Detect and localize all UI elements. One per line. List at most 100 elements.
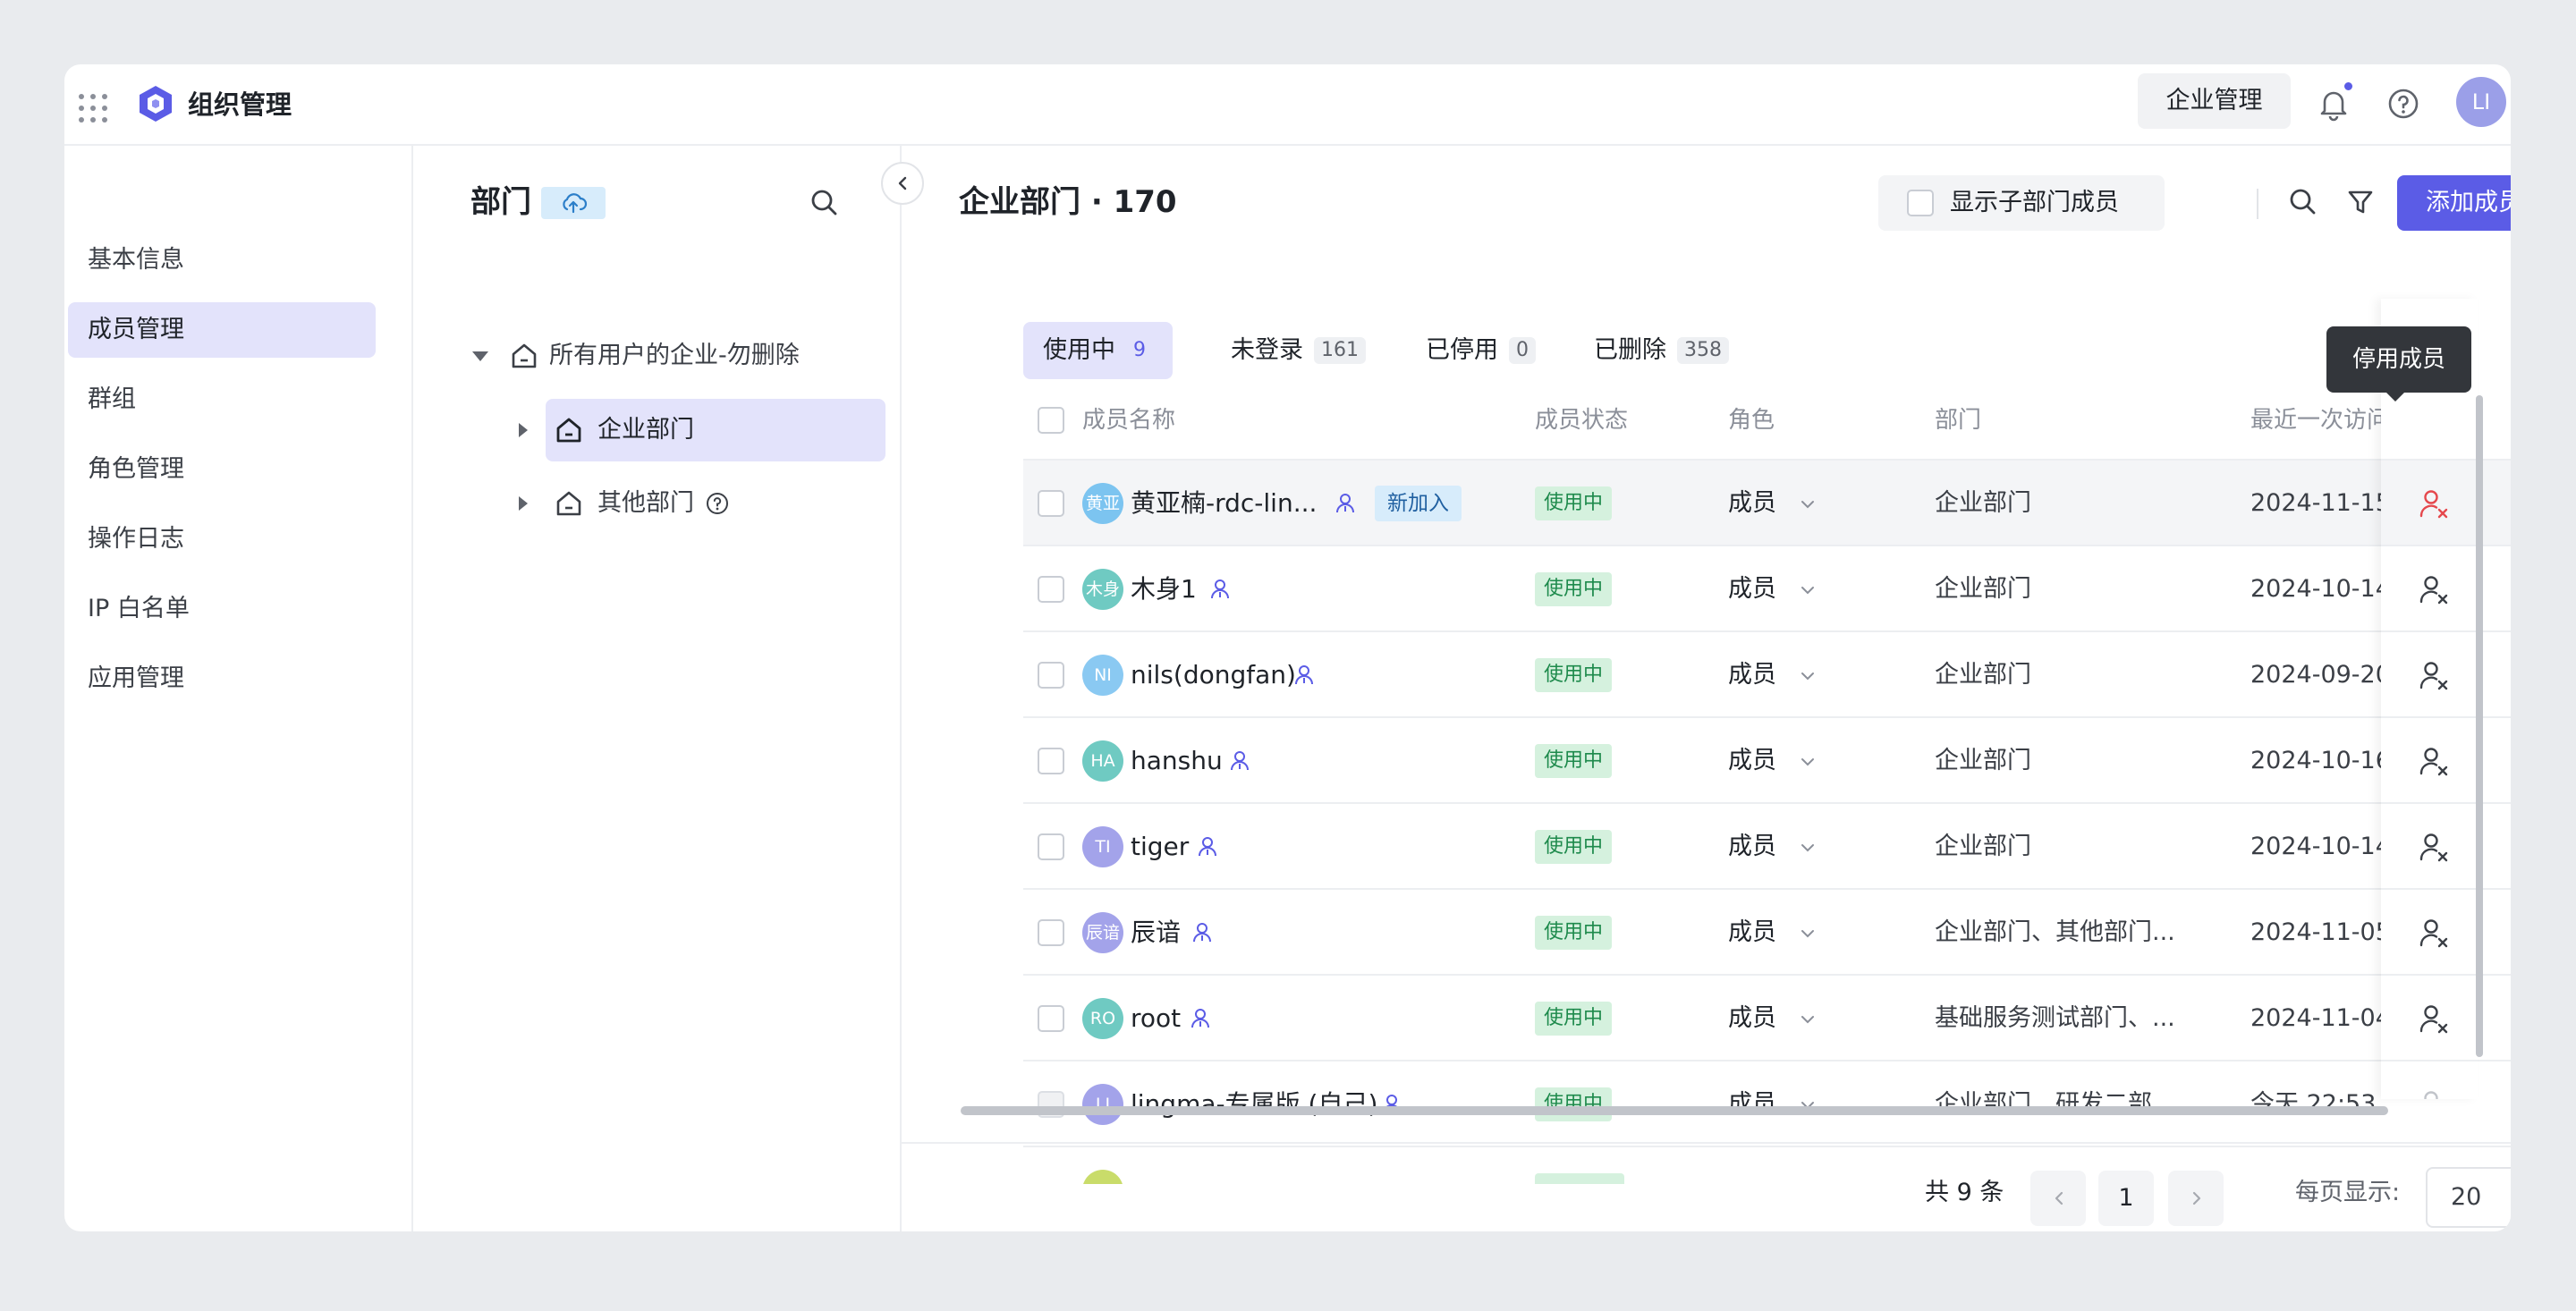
member-name[interactable]: 辰谙 [1131,890,1181,976]
per-page-label: 每页显示: [2295,1179,2401,1206]
column-header-role[interactable]: 角色 [1728,382,1775,459]
search-icon[interactable] [2285,184,2321,220]
person-icon [1193,923,1211,943]
tab-count: 0 [1509,337,1536,364]
member-name[interactable]: 黄亚楠-rdc-lin... [1131,461,1317,546]
disable-member-button-disabled [2381,1060,2478,1099]
table-row[interactable]: 木身 木身1 使用中 成员 企业部门 2024-10-14 19:4 [1023,545,2511,630]
enterprise-manage-button[interactable]: 企业管理 [2138,73,2291,129]
caret-right-icon[interactable] [519,423,528,437]
chevron-down-icon[interactable] [1800,840,1816,856]
row-checkbox[interactable] [1038,662,1064,689]
row-checkbox[interactable] [1038,576,1064,603]
member-name[interactable]: hanshu [1131,718,1223,804]
tree-item-enterprise-dept[interactable]: 企业部门 [519,399,886,461]
tab-active[interactable]: 使用中 9 [1023,322,1173,379]
app-grid-icon[interactable] [72,87,109,124]
tree-item-root[interactable]: 所有用户的企业-勿删除 [458,325,852,387]
user-remove-icon [2419,1005,2448,1034]
tree-item-other-dept[interactable]: 其他部门 [519,472,886,535]
avatar: 木身 [1082,569,1123,610]
column-header-name[interactable]: 成员名称 [1082,382,1175,459]
role-select[interactable]: 成员 [1728,461,1776,546]
role-select[interactable]: 成员 [1728,890,1776,976]
per-page-value: 20 [2451,1183,2482,1211]
table-row[interactable]: 辰谙 辰谙 使用中 成员 企业部门、其他部门... 2024-11-05 11:… [1023,888,2511,974]
sidebar-item-roles[interactable]: 角色管理 [68,442,376,497]
chevron-down-icon[interactable] [1800,754,1816,770]
next-page-button[interactable] [2168,1171,2224,1226]
tab-not-logged-in[interactable]: 未登录 161 [1211,322,1385,379]
horizontal-scrollbar[interactable] [961,1106,2388,1115]
sync-badge[interactable] [541,187,606,219]
table-row[interactable]: RO root 使用中 成员 基础服务测试部门、... 2024-11-04 1… [1023,974,2511,1060]
tab-deleted[interactable]: 已删除 358 [1574,322,1749,379]
show-sub-dept-checkbox[interactable] [1907,190,1934,216]
sidebar-item-basic-info[interactable]: 基本信息 [68,233,376,288]
tab-count: 358 [1677,337,1729,364]
prev-page-button[interactable] [2030,1171,2086,1226]
table-row[interactable]: TI tiger 使用中 成员 企业部门 2024-10-14 10:4 [1023,802,2511,888]
disable-member-button[interactable] [2381,545,2478,630]
sidebar-item-apps[interactable]: 应用管理 [68,651,376,706]
member-name[interactable]: 木身1 [1131,546,1197,632]
add-member-button[interactable]: 添加成员 [2397,175,2511,231]
row-checkbox[interactable] [1038,919,1064,946]
caret-right-icon[interactable] [519,496,528,511]
member-name[interactable]: tiger [1131,804,1189,890]
chevron-down-icon[interactable] [1800,582,1816,598]
disable-member-button[interactable] [2381,459,2478,545]
tree-search-icon[interactable] [807,185,843,221]
avatar: RO [1082,998,1123,1039]
table-row[interactable]: LI lingma-专属版 (自己) 使用中 成员 企业部门、研发二部 今天 2… [1023,1060,2511,1146]
sidebar-item-members[interactable]: 成员管理 [68,302,376,358]
show-sub-dept-toggle[interactable]: 显示子部门成员 [1878,175,2165,231]
select-all-checkbox[interactable] [1038,407,1064,434]
role-select[interactable]: 成员 [1728,718,1776,804]
question-icon[interactable] [705,491,730,516]
tree-item-label: 其他部门 [597,489,694,517]
tab-disabled[interactable]: 已停用 0 [1406,322,1555,379]
role-select[interactable]: 成员 [1728,804,1776,890]
chevron-down-icon[interactable] [1800,926,1816,942]
disable-member-button[interactable] [2381,716,2478,802]
sidebar-item-logs[interactable]: 操作日志 [68,512,376,567]
tab-count: 9 [1133,339,1146,361]
caret-down-icon[interactable] [472,351,488,361]
disable-member-button[interactable] [2381,974,2478,1060]
member-name[interactable]: nils(dongfan) [1131,632,1296,718]
member-name[interactable]: root [1131,976,1181,1061]
chevron-down-icon[interactable] [1800,496,1816,512]
column-header-dept[interactable]: 部门 [1935,382,1981,459]
disable-member-button[interactable] [2381,888,2478,974]
chevron-down-icon[interactable] [1800,668,1816,684]
tree-item-label: 企业部门 [597,416,694,444]
role-select[interactable]: 成员 [1728,632,1776,718]
row-checkbox[interactable] [1038,1005,1064,1032]
role-select[interactable]: 成员 [1728,1061,1776,1147]
column-header-last-visit[interactable]: 最近一次访问 [2250,382,2390,459]
row-checkbox[interactable] [1038,490,1064,517]
collapse-panel-button[interactable] [881,162,924,205]
chevron-down-icon[interactable] [1800,1011,1816,1028]
table-row[interactable]: HA hanshu 使用中 成员 企业部门 2024-10-16 14:5 [1023,716,2511,802]
filter-icon[interactable] [2343,184,2378,220]
table-row[interactable]: NI nils(dongfan) 使用中 成员 企业部门 2024-09-20 … [1023,630,2511,716]
help-icon[interactable] [2384,84,2423,123]
sidebar-item-groups[interactable]: 群组 [68,372,376,427]
disable-member-button[interactable] [2381,630,2478,716]
vertical-scrollbar[interactable] [2476,395,2483,1057]
per-page-select[interactable]: 20 [2426,1167,2511,1228]
row-checkbox[interactable] [1038,748,1064,774]
member-name[interactable]: lingma-专属版 (自己) [1131,1061,1377,1147]
user-avatar[interactable]: LI [2456,77,2506,127]
total-count: 共 9 条 [1925,1179,2004,1206]
row-checkbox[interactable] [1038,833,1064,860]
page-number[interactable]: 1 [2098,1171,2154,1226]
sidebar-item-ip-whitelist[interactable]: IP 白名单 [68,581,376,637]
table-row[interactable]: 黄亚 黄亚楠-rdc-lin... 新加入 使用中 成员 企业部门 2024-1… [1023,459,2511,545]
column-header-status[interactable]: 成员状态 [1535,382,1628,459]
role-select[interactable]: 成员 [1728,976,1776,1061]
disable-member-button[interactable] [2381,802,2478,888]
role-select[interactable]: 成员 [1728,546,1776,632]
